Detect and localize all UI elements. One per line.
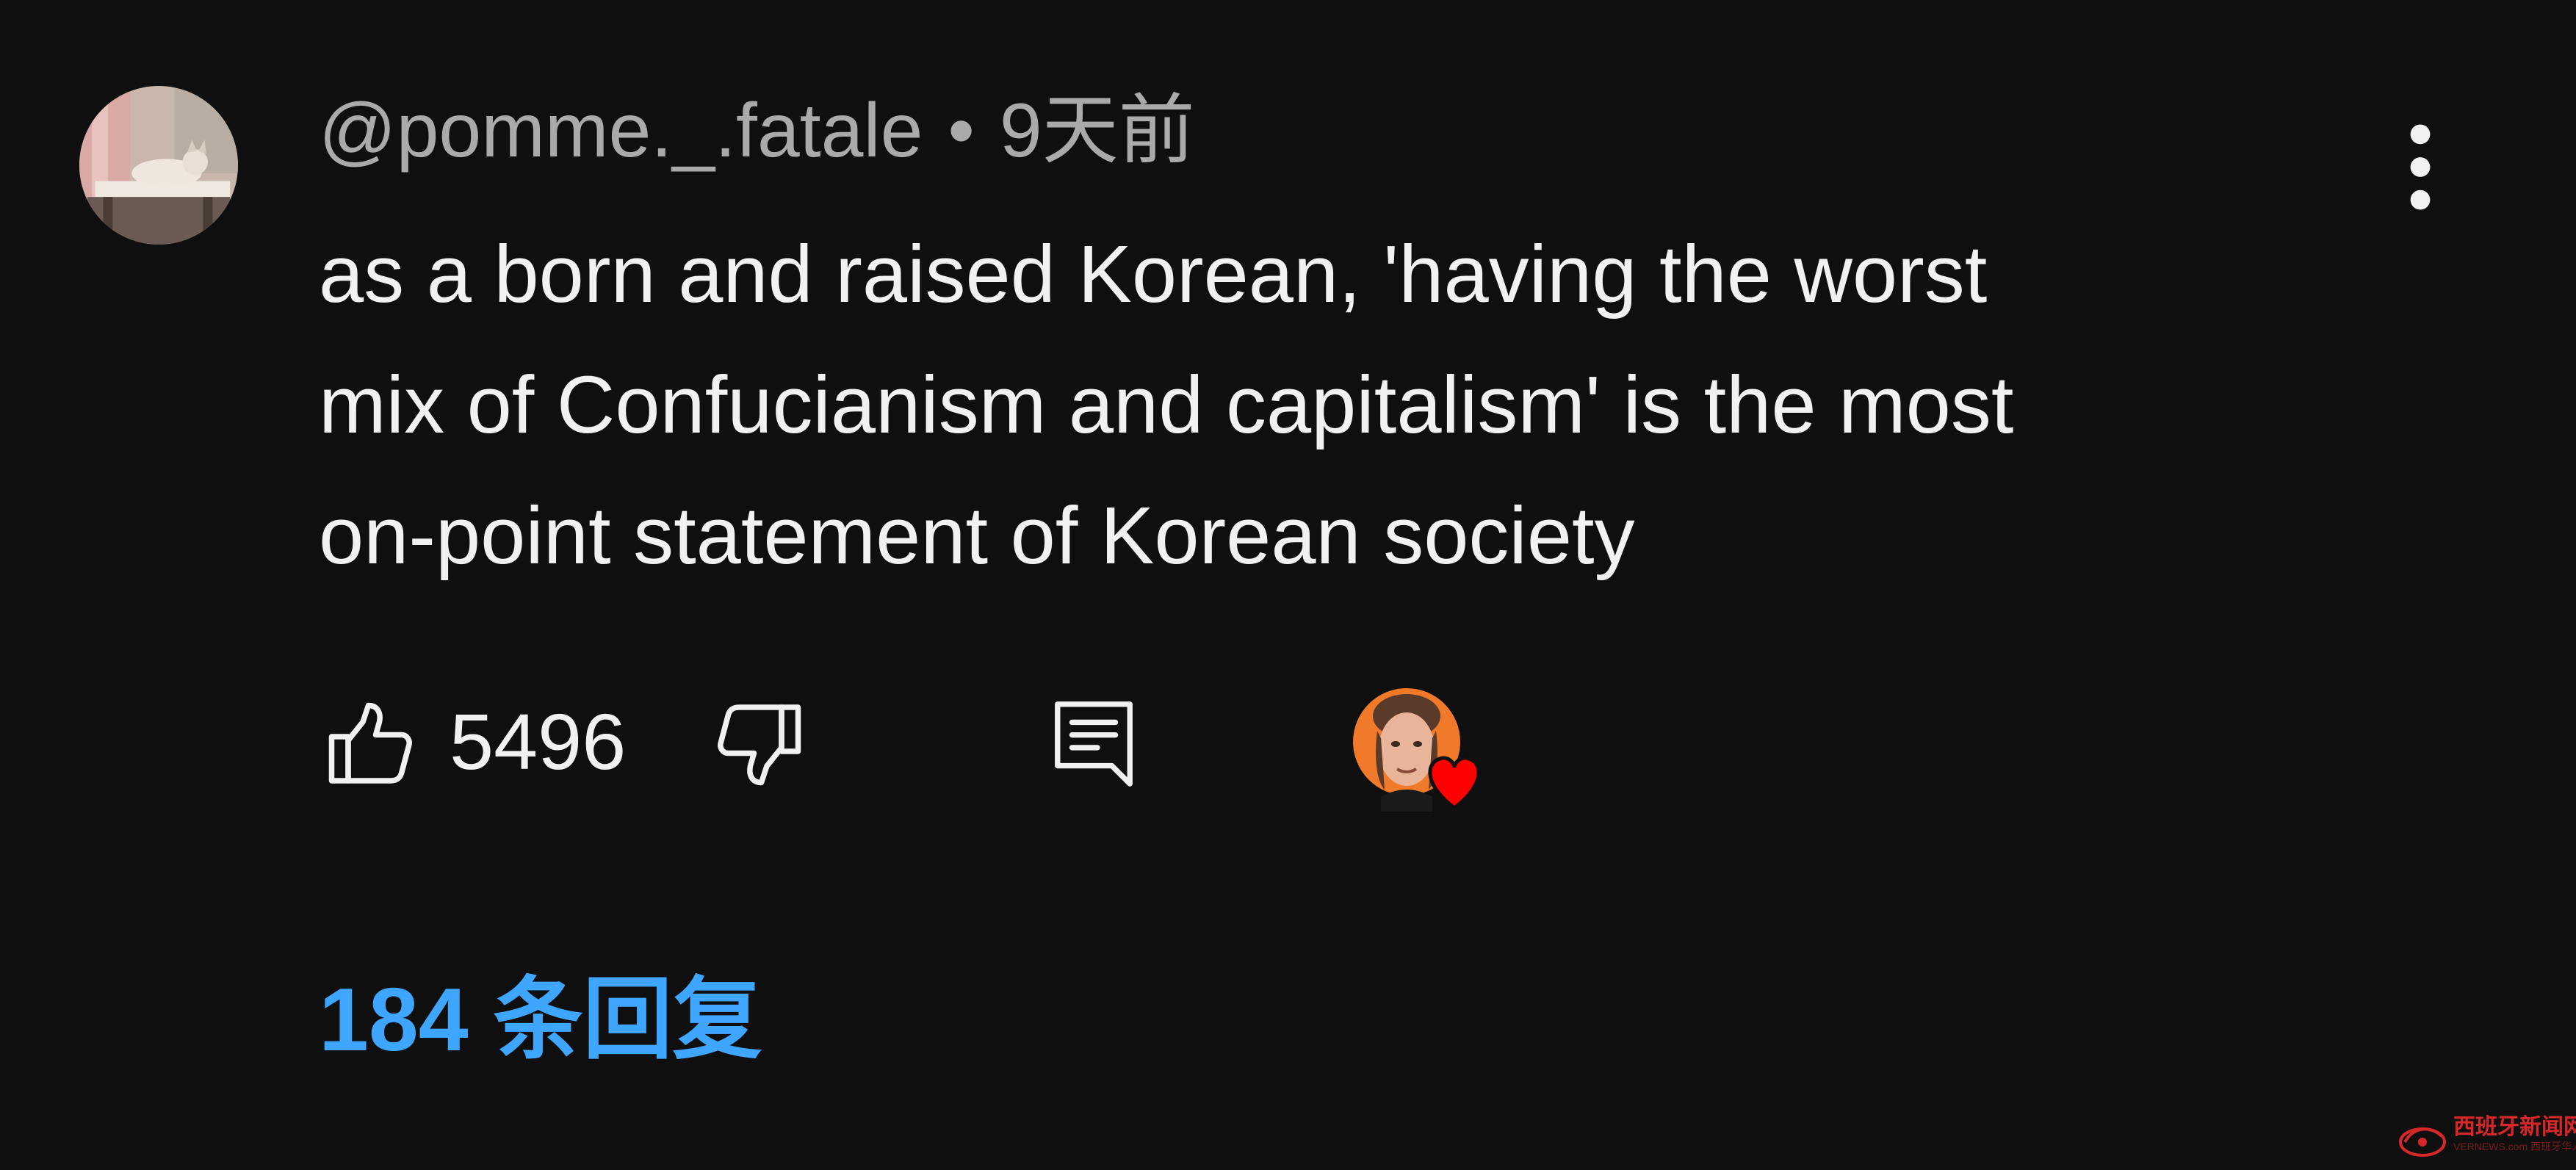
user-avatar[interactable]: [79, 86, 238, 245]
thumb-up-icon[interactable]: [326, 700, 414, 788]
view-replies-button[interactable]: 184 条回复: [319, 968, 762, 1071]
more-vert-icon[interactable]: [2387, 121, 2453, 213]
like-count: 5496: [450, 697, 627, 786]
avatar-cat-image: [79, 86, 238, 245]
watermark-logo: 西班牙新闻网 VERNEWS.com 西班牙华人网: [2396, 1113, 2576, 1166]
watermark-title: 西班牙新闻网: [2453, 1115, 2576, 1139]
comment-time: 9天前: [999, 88, 1195, 173]
separator-dot: •: [948, 88, 975, 173]
thumb-down-icon[interactable]: [715, 700, 804, 788]
heart-icon: [1428, 756, 1481, 811]
reply-comment-icon[interactable]: [1050, 697, 1138, 791]
creator-heart-badge[interactable]: [1352, 687, 1491, 812]
comment-text: as a born and raised Korean, 'having the…: [319, 229, 2014, 581]
comment-header: @pomme._.fatale • 9天前: [319, 87, 1195, 175]
author-handle[interactable]: @pomme._.fatale: [319, 88, 923, 173]
watermark-subtitle: VERNEWS.com 西班牙华人网: [2453, 1141, 2576, 1152]
